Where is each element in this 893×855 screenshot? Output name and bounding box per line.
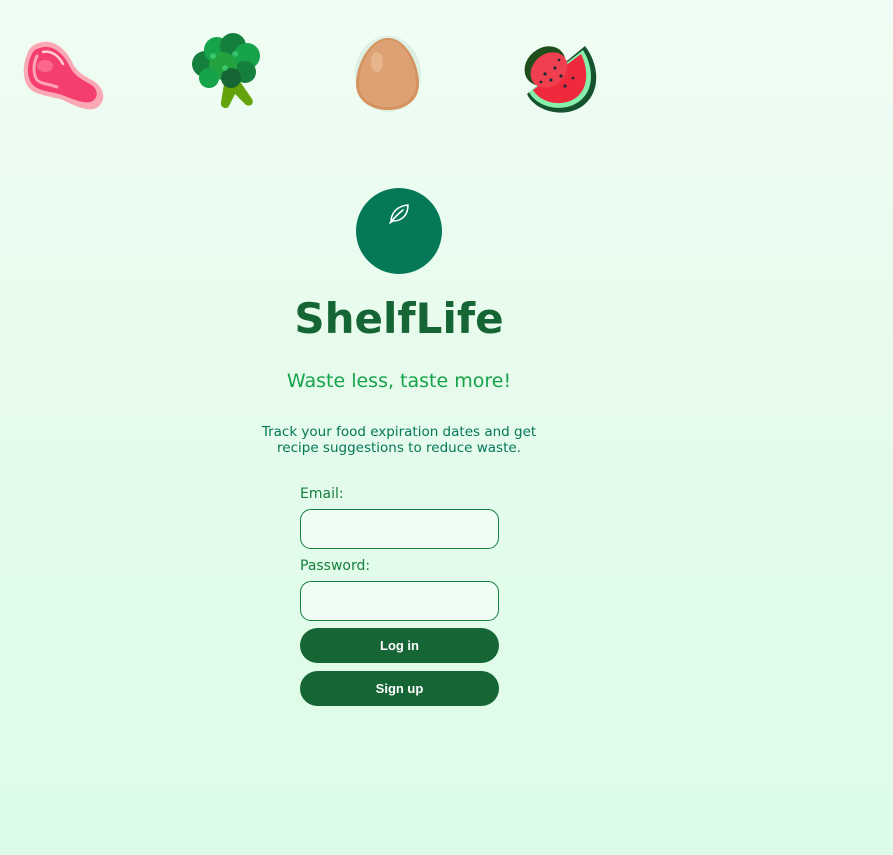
broccoli-icon [183,30,273,120]
egg-icon [343,30,433,120]
password-field[interactable] [300,581,499,621]
meat-icon [15,30,105,120]
password-label: Password: [300,558,371,574]
email-field[interactable] [300,509,499,549]
login-form: Email: Password: Log in Sign up [300,486,499,706]
signup-button[interactable]: Sign up [300,671,499,706]
app-description: Track your food expiration dates and get… [261,424,537,456]
tagline: Waste less, taste more! [286,370,512,392]
food-illustrations [0,30,893,120]
watermelon-icon [515,30,605,120]
app-logo [356,188,442,274]
email-label: Email: [300,486,344,502]
login-button[interactable]: Log in [300,628,499,663]
leaf-icon [389,204,409,224]
app-title: ShelfLife [294,294,504,343]
